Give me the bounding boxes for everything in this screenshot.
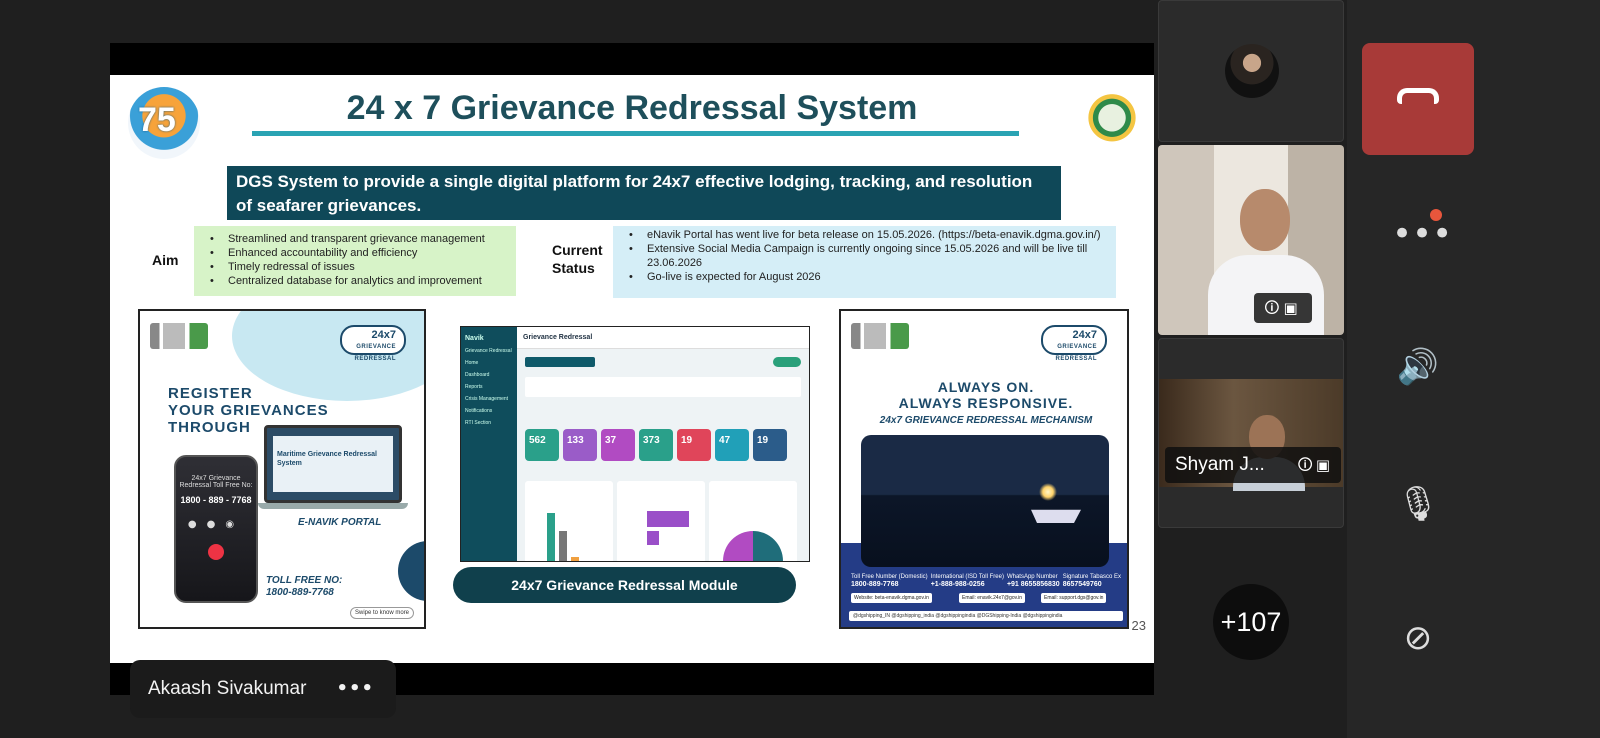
hbar-chart-panel [617, 481, 705, 561]
participant-tile-3[interactable]: Shyam J... 🛈▣ [1158, 338, 1344, 528]
participant-status-icons: 🛈▣ [1297, 456, 1333, 474]
night-sea-ship-image [861, 435, 1109, 567]
website-pill: Website: beta-enavik.dgma.gov.in [851, 593, 932, 603]
aim-label: Aim [152, 252, 179, 268]
participant-name-tag: Shyam J... 🛈▣ [1165, 447, 1341, 483]
kpi-tile: 47 [715, 429, 749, 461]
contact-row: Toll Free Number (Domestic) 1800-889-7768… [851, 574, 1121, 588]
ship-icon [1031, 509, 1081, 523]
govt-emblem [851, 323, 909, 349]
aim-item: Enhanced accountability and efficiency [204, 246, 506, 260]
module-button: 24x7 Grievance Redressal Module [453, 567, 796, 603]
status-item: eNavik Portal has went live for beta rel… [623, 228, 1106, 242]
kpi-tile: 133 [563, 429, 597, 461]
slide-title: 24 x 7 Grievance Redressal System [346, 89, 918, 127]
status-item: Extensive Social Media Campaign is curre… [623, 242, 1106, 270]
aim-item: Centralized database for analytics and i… [204, 274, 506, 288]
shared-slide: 75 24 x 7 Grievance Redressal System DGS… [110, 75, 1154, 663]
mic-button[interactable]: 🎙 [1392, 478, 1444, 530]
bar-chart-panel [525, 481, 613, 561]
dashboard-body: 562 133 37 373 19 47 19 [517, 349, 809, 561]
end-call-button[interactable] [1362, 43, 1474, 155]
current-status-label: Current Status [552, 242, 603, 276]
notification-dot [1430, 209, 1442, 221]
title-underline [252, 131, 1019, 136]
avatar [1225, 44, 1279, 98]
dashboard-header: Grievance Redressal [517, 327, 809, 349]
portal-label: E-NAVIK PORTAL [298, 517, 382, 528]
presenter-name-tag: Akaash Sivakumar ••• [130, 660, 396, 718]
aim-item: Timely redressal of issues [204, 260, 506, 274]
kpi-tile: 19 [753, 429, 787, 461]
speaker-button[interactable]: 🔊 [1392, 341, 1444, 393]
always-on-heading: ALWAYS ON. ALWAYS RESPONSIVE. [898, 379, 1074, 411]
aim-item: Streamlined and transparent grievance ma… [204, 232, 506, 246]
meeting-window: 75 24 x 7 Grievance Redressal System DGS… [0, 0, 1600, 738]
participant-tile-1[interactable] [1158, 0, 1344, 142]
objective-banner: DGS System to provide a single digital p… [227, 166, 1061, 220]
aim-box: Streamlined and transparent grievance ma… [194, 226, 516, 296]
phone-end-icon [208, 544, 224, 560]
laptop-illustration: Maritime Grievance Redressal System [264, 425, 402, 503]
dashboard-screenshot: Navik Grievance Redressal Home Dashboard… [460, 326, 810, 562]
swipe-hint: Swipe to know more [350, 607, 415, 619]
pie-chart-panel [709, 481, 797, 561]
social-handles: @dgshipping_IN @dgshipping_india @dgship… [849, 611, 1123, 621]
email-pill: Email: enavik.24x7@gov.in [959, 593, 1026, 603]
kpi-tile: 19 [677, 429, 711, 461]
kpi-tile: 562 [525, 429, 559, 461]
hangup-icon [1397, 88, 1439, 104]
govt-emblem [150, 323, 208, 349]
camera-off-icon: ⊘ [1403, 618, 1433, 658]
kpi-tile: 37 [601, 429, 635, 461]
dashboard-sidebar: Navik Grievance Redressal Home Dashboard… [461, 327, 517, 561]
more-options-icon[interactable]: ••• [336, 660, 374, 718]
overflow-participants-button[interactable]: +107 [1213, 584, 1289, 660]
mechanism-subtitle: 24x7 GRIEVANCE REDRESSAL MECHANISM [879, 415, 1093, 426]
kpi-tile: 373 [639, 429, 673, 461]
participant-tile-2[interactable]: 🛈▣ [1158, 145, 1344, 335]
status-box: eNavik Portal has went live for beta rel… [613, 226, 1116, 298]
247-badge: 24x7 GRIEVANCE REDRESSAL [340, 325, 406, 362]
tollfree-label: TOLL FREE NO: 1800-889-7768 [266, 575, 343, 598]
slide-number: 23 [1131, 618, 1146, 633]
ellipsis-icon: ••• [1392, 214, 1453, 254]
participant-status-icons: 🛈▣ [1254, 293, 1312, 323]
phone-illustration: 24x7 Grievance Redressal Toll Free No: 1… [174, 455, 258, 603]
kpi-tiles: 562 133 37 373 19 47 19 [525, 429, 787, 461]
status-item: Go-live is expected for August 2026 [623, 270, 1106, 284]
mic-off-icon: 🎙 [1396, 484, 1440, 524]
speaker-icon: 🔊 [1396, 347, 1440, 387]
email-pill: Email: support.dgs@gov.in [1041, 593, 1107, 603]
camera-button[interactable]: ⊘ [1392, 612, 1444, 664]
register-grievances-poster: 24x7 GRIEVANCE REDRESSAL REGISTER YOUR GR… [138, 309, 426, 629]
always-on-poster: 24x7 GRIEVANCE REDRESSAL ALWAYS ON. ALWAY… [839, 309, 1129, 629]
247-badge: 24x7 GRIEVANCE REDRESSAL [1041, 325, 1107, 362]
